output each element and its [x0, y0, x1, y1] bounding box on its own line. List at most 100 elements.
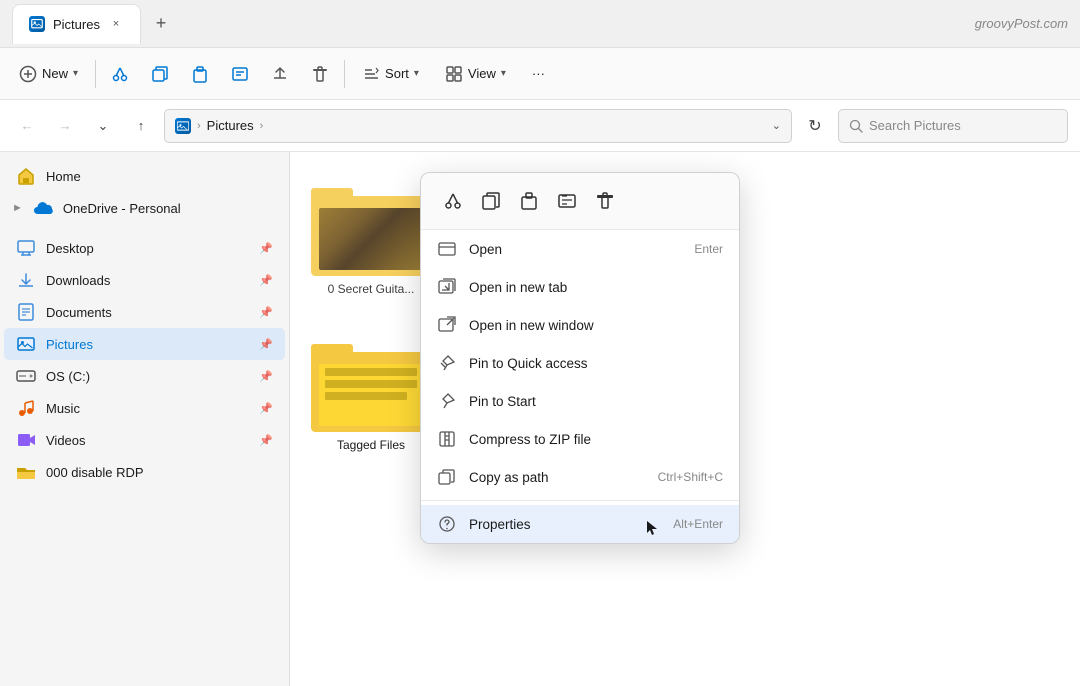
- context-menu: Open Enter Open in new tab: [420, 172, 740, 544]
- back-button[interactable]: ←: [12, 111, 42, 141]
- sidebar-home-label: Home: [46, 169, 81, 184]
- sidebar-item-osc[interactable]: OS (C:) 📌: [4, 360, 285, 392]
- ctx-rename-button[interactable]: [549, 183, 585, 219]
- search-placeholder: Search Pictures: [869, 118, 961, 133]
- search-icon: [849, 119, 863, 133]
- pictures-sidebar-icon: [16, 334, 36, 354]
- sort-button[interactable]: Sort ▾: [351, 59, 430, 89]
- sidebar-item-home[interactable]: Home: [4, 160, 285, 192]
- share-button[interactable]: [262, 56, 298, 92]
- delete-icon: [311, 65, 329, 83]
- up-button[interactable]: ↑: [126, 111, 156, 141]
- view-button[interactable]: View ▾: [434, 59, 517, 89]
- sidebar-item-documents[interactable]: Documents 📌: [4, 296, 285, 328]
- desktop-icon: [16, 238, 36, 258]
- folder-tagged-label: Tagged Files: [314, 438, 428, 452]
- sidebar-item-onedrive[interactable]: ► OneDrive - Personal: [4, 192, 285, 224]
- ctx-copy-button[interactable]: [473, 183, 509, 219]
- ctx-copy-icon: [481, 191, 501, 211]
- documents-icon: [16, 302, 36, 322]
- path-current: Pictures: [207, 118, 254, 133]
- drive-icon: [16, 366, 36, 386]
- ctx-copy-path-icon: [437, 467, 457, 487]
- sidebar-osc-label: OS (C:): [46, 369, 90, 384]
- address-path[interactable]: › Pictures › ⌄: [164, 109, 792, 143]
- more-button[interactable]: ···: [521, 60, 556, 87]
- sidebar-item-videos[interactable]: Videos 📌: [4, 424, 285, 456]
- sidebar-music-label: Music: [46, 401, 80, 416]
- toolbar-divider-1: [95, 60, 96, 88]
- path-dropdown-arrow[interactable]: ⌄: [772, 119, 781, 132]
- address-bar: ← → ⌄ ↑ › Pictures › ⌄ ↻ Search Pictures: [0, 100, 1080, 152]
- videos-icon: [16, 430, 36, 450]
- delete-button[interactable]: [302, 56, 338, 92]
- ctx-compress-label: Compress to ZIP file: [469, 432, 723, 447]
- toolbar: New ▾: [0, 48, 1080, 100]
- toolbar-divider-2: [344, 60, 345, 88]
- title-bar: Pictures × + groovyPost.com: [0, 0, 1080, 48]
- content-area: 0 Secret Guita... Icons: [290, 152, 1080, 686]
- copy-button[interactable]: [142, 56, 178, 92]
- ctx-open-icon: [437, 239, 457, 259]
- sort-icon: [362, 65, 380, 83]
- new-tab-button[interactable]: +: [145, 8, 177, 40]
- ctx-pin-start-label: Pin to Start: [469, 394, 723, 409]
- sidebar-item-pictures[interactable]: Pictures 📌: [4, 328, 285, 360]
- ctx-open-window-icon: [437, 315, 457, 335]
- folder-item-guitar[interactable]: 0 Secret Guita...: [306, 168, 436, 304]
- rename-button[interactable]: [222, 56, 258, 92]
- sidebar-item-desktop[interactable]: Desktop 📌: [4, 232, 285, 264]
- path-separator-1: ›: [197, 120, 201, 132]
- sidebar-documents-label: Documents: [46, 305, 112, 320]
- rename-icon: [231, 65, 249, 83]
- videos-pin: 📌: [259, 434, 273, 447]
- ctx-delete-button[interactable]: [587, 183, 623, 219]
- sidebar-item-music[interactable]: Music 📌: [4, 392, 285, 424]
- context-menu-toolbar: [421, 173, 739, 230]
- active-tab[interactable]: Pictures ×: [12, 4, 141, 44]
- tab-close-button[interactable]: ×: [108, 16, 124, 32]
- new-button[interactable]: New ▾: [8, 59, 89, 89]
- music-pin: 📌: [259, 402, 273, 415]
- ctx-delete-icon: [595, 191, 615, 211]
- folder-item-tagged[interactable]: Tagged Files: [306, 324, 436, 460]
- ctx-copy-path-label: Copy as path: [469, 470, 646, 485]
- cut-button[interactable]: [102, 56, 138, 92]
- ctx-pin-start-item[interactable]: Pin to Start: [421, 382, 739, 420]
- ctx-open-item[interactable]: Open Enter: [421, 230, 739, 268]
- ctx-compress-item[interactable]: Compress to ZIP file: [421, 420, 739, 458]
- downloads-pin: 📌: [259, 274, 273, 287]
- onedrive-icon: [33, 198, 53, 218]
- mouse-cursor: [645, 519, 659, 537]
- share-icon: [271, 65, 289, 83]
- tab-title: Pictures: [53, 17, 100, 32]
- ctx-properties-item[interactable]: Properties Alt+Enter: [421, 505, 739, 543]
- sidebar-pictures-label: Pictures: [46, 337, 93, 352]
- ctx-pin-quick-item[interactable]: Pin to Quick access: [421, 344, 739, 382]
- ctx-separator: [421, 500, 739, 501]
- main-layout: Home ► OneDrive - Personal: [0, 152, 1080, 686]
- search-box[interactable]: Search Pictures: [838, 109, 1068, 143]
- onedrive-expand: ►: [12, 202, 23, 214]
- ctx-open-new-tab-item[interactable]: Open in new tab: [421, 268, 739, 306]
- ctx-paste-button[interactable]: [511, 183, 547, 219]
- downloads-icon: [16, 270, 36, 290]
- ctx-cut-button[interactable]: [435, 183, 471, 219]
- desktop-pin: 📌: [259, 242, 273, 255]
- view-icon: [445, 65, 463, 83]
- paste-button[interactable]: [182, 56, 218, 92]
- history-button[interactable]: ⌄: [88, 111, 118, 141]
- path-pictures-icon: [175, 118, 191, 134]
- documents-pin: 📌: [259, 306, 273, 319]
- refresh-button[interactable]: ↻: [800, 111, 830, 141]
- sidebar-item-000rdp[interactable]: 000 disable RDP: [4, 456, 285, 488]
- forward-button[interactable]: →: [50, 111, 80, 141]
- ctx-open-new-window-item[interactable]: Open in new window: [421, 306, 739, 344]
- new-icon: [19, 65, 37, 83]
- ctx-copy-path-item[interactable]: Copy as path Ctrl+Shift+C: [421, 458, 739, 496]
- folder-guitar-label: 0 Secret Guita...: [314, 282, 428, 296]
- sidebar-item-downloads[interactable]: Downloads 📌: [4, 264, 285, 296]
- ctx-cut-icon: [443, 191, 463, 211]
- ctx-open-tab-icon: [437, 277, 457, 297]
- tab-pictures-icon: [29, 16, 45, 32]
